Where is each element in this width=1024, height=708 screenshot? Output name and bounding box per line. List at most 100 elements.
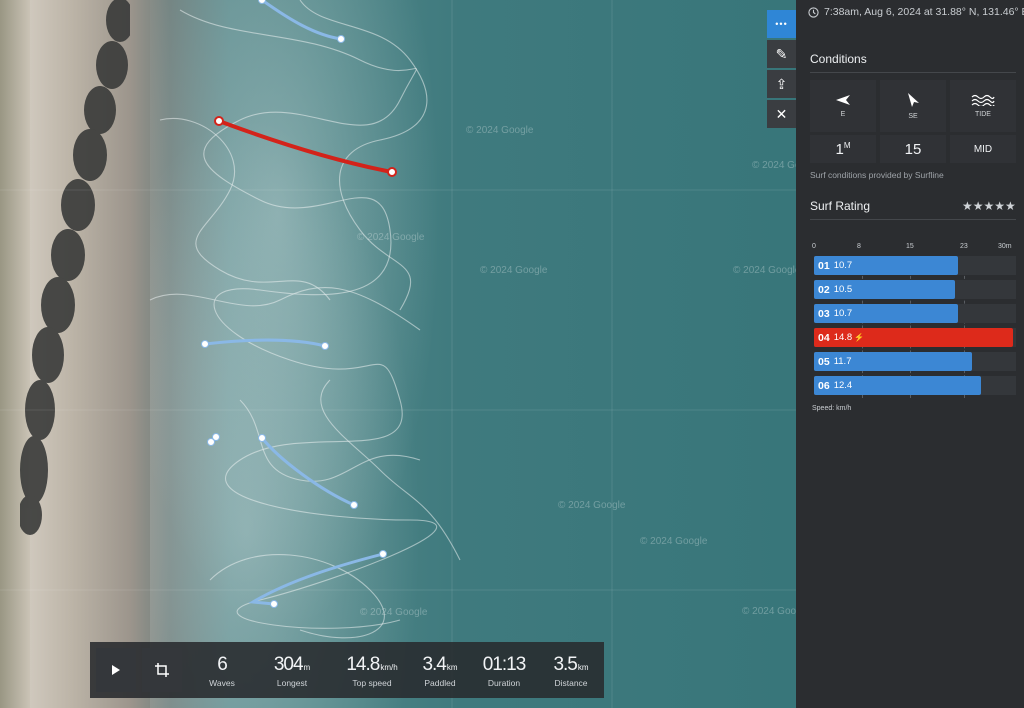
scale-tick: 30m (998, 243, 1012, 250)
distance-value: 3.5 (553, 654, 577, 675)
wave-track-06[interactable] (248, 550, 387, 608)
wave-row-04[interactable]: 04 14.8 ⚡ (814, 328, 1016, 347)
stat-distance: 3.5km Distance (544, 654, 598, 688)
stat-paddled: 3.4km Paddled (414, 654, 466, 688)
distance-label: Distance (554, 678, 588, 688)
wave-speed-label: 12.4 (833, 380, 853, 391)
clock-icon (808, 6, 819, 18)
wave-row-06[interactable]: 06 12.4 (814, 376, 1016, 395)
map-watermark: © 2024 Google (733, 265, 796, 276)
play-button[interactable] (96, 648, 136, 692)
wave-number-label: 02 (818, 283, 830, 296)
scale-tick: 0 (812, 243, 816, 250)
more-button[interactable]: ••• (767, 10, 796, 38)
edit-button[interactable]: ✎ (767, 40, 796, 68)
more-icon: ••• (775, 19, 788, 29)
scale-tick: 15 (906, 243, 914, 250)
conditions-title: Conditions (810, 52, 867, 66)
wave-speed-label: 10.7 (833, 308, 853, 319)
session-stats-bar: 6 Waves 304m Longest 14.8km/h Top speed … (90, 642, 604, 698)
wave-speed-label: 10.5 (833, 284, 853, 295)
paddle-track (149, 0, 461, 639)
tide-waves-icon (971, 94, 995, 106)
close-button[interactable]: ✕ (767, 100, 796, 128)
map-watermark: © 2024 Google (742, 606, 796, 617)
divider (810, 72, 1016, 73)
paddled-unit: km (446, 663, 458, 672)
wave-row-01[interactable]: 01 10.7 (814, 256, 1016, 275)
longest-label: Longest (276, 678, 308, 688)
top-speed-bolt-icon: ⚡ (854, 333, 865, 342)
tide-value: MID (973, 143, 993, 155)
map-watermark: © 2024 Google (357, 232, 425, 243)
stat-longest: 304m Longest (262, 654, 322, 688)
waves-label: Waves (209, 678, 235, 688)
paddled-value: 3.4 (422, 654, 446, 675)
longest-value: 304 (273, 654, 304, 675)
wave-row-05[interactable]: 05 11.7 (814, 352, 1016, 371)
stat-duration: 01:13 Duration (478, 654, 530, 688)
share-button[interactable]: ⇪ (767, 70, 796, 98)
location-text: 7:38am, Aug 6, 2024 at 31.88° N, 131.46°… (824, 6, 1024, 18)
satellite-map[interactable]: © 2024 Google © 2024 Google © 2024 Googl… (0, 0, 796, 708)
play-icon (112, 665, 120, 675)
crop-button[interactable] (142, 648, 182, 692)
surf-rating-stars: ★★★★★ (962, 199, 1016, 213)
session-panel: 7:38am, Aug 6, 2024 at 31.88° N, 131.46°… (796, 0, 1024, 708)
paddled-label: Paddled (424, 678, 456, 688)
swell-arrow-icon (908, 93, 919, 107)
share-icon: ⇪ (775, 75, 788, 92)
wave-speed-bar[interactable]: 03 10.7 (814, 304, 959, 323)
swell-period-value: 15 (904, 140, 922, 158)
wave-speed-bar[interactable]: 05 11.7 (814, 352, 972, 371)
track-overlay (0, 0, 796, 708)
wave-speed-label: 14.8 (833, 332, 853, 343)
wave-track-04-highlighted[interactable] (214, 116, 397, 177)
wind-arrow-icon (836, 95, 850, 105)
map-watermark: © 2024 Google (360, 607, 428, 618)
crop-icon (155, 663, 169, 677)
map-watermark: © 2024 Google (480, 265, 548, 276)
swell-period-cell: 15 (880, 135, 946, 163)
wave-speed-label: 11.7 (833, 356, 852, 367)
swell-direction-cell: SE (880, 80, 946, 132)
top-speed-value: 14.8 (346, 654, 380, 675)
surf-rating-title: Surf Rating (810, 199, 871, 213)
wave-speed-chart: 01 10.7 02 10.5 03 10.7 04 14.8 ⚡ 05 11.7 06 12.4 (814, 256, 1016, 398)
wave-height-unit: M (843, 140, 851, 150)
wave-number-label: 05 (818, 355, 830, 368)
scale-tick: 23 (960, 243, 968, 250)
close-icon: ✕ (775, 105, 788, 122)
tide-label: TIDE (975, 111, 991, 118)
waves-value: 6 (217, 654, 228, 675)
wave-speed-bar[interactable]: 01 10.7 (814, 256, 959, 275)
wave-row-03[interactable]: 03 10.7 (814, 304, 1016, 323)
map-watermark: © 2024 Google (558, 500, 626, 511)
map-watermark: © 2024 Google (466, 125, 534, 136)
session-location: 7:38am, Aug 6, 2024 at 31.88° N, 131.46°… (808, 6, 1024, 18)
swell-direction-label: SE (908, 113, 918, 120)
wind-direction-cell: E (810, 80, 876, 132)
surfline-credit: Surf conditions provided by Surfline (810, 170, 944, 180)
wave-speed-bar[interactable]: 02 10.5 (814, 280, 956, 299)
distance-unit: km (577, 663, 589, 672)
map-watermark: © 2024 Google (752, 160, 796, 171)
wave-track-03[interactable] (201, 338, 329, 350)
stat-waves: 6 Waves (202, 654, 242, 688)
tide-cell: TIDE (950, 80, 1016, 132)
scale-tick: 8 (857, 243, 861, 250)
pencil-icon: ✎ (775, 45, 788, 62)
map-watermark: © 2024 Google (640, 536, 708, 547)
map-toolbar: ••• ✎ ⇪ ✕ (767, 10, 796, 128)
wave-speed-bar[interactable]: 04 14.8 ⚡ (814, 328, 1014, 347)
wave-speed-bar[interactable]: 06 12.4 (814, 376, 981, 395)
wave-height-cell: 1M (810, 135, 876, 163)
stat-top-speed: 14.8km/h Top speed (340, 654, 404, 688)
wind-direction-label: E (840, 111, 846, 118)
top-speed-unit: km/h (380, 663, 398, 672)
wave-row-02[interactable]: 02 10.5 (814, 280, 1016, 299)
wave-number-label: 04 (818, 331, 830, 344)
tide-value-cell: MID (950, 135, 1016, 163)
wave-number-label: 03 (818, 307, 830, 320)
wave-number-label: 01 (818, 259, 830, 272)
